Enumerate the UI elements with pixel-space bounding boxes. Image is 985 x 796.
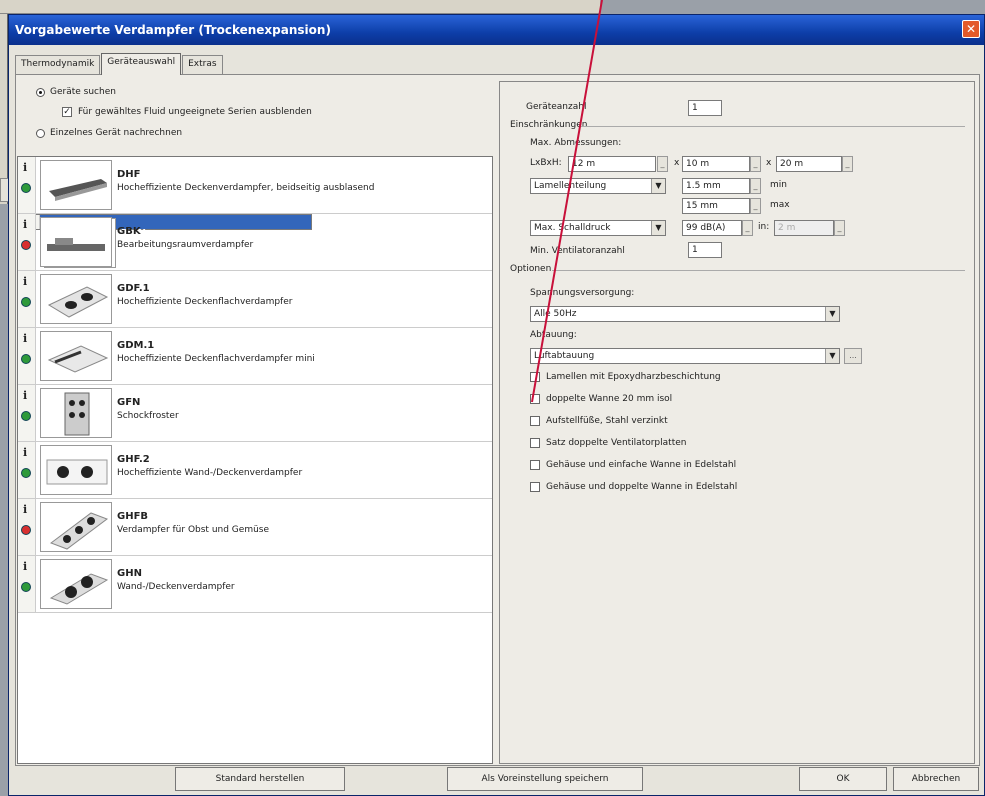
dialog-title: Vorgabewerte Verdampfer (Trockenexpansio… [15,23,331,37]
ghfb-image [40,502,112,552]
status-ok-icon [21,297,31,307]
cancel-button[interactable]: Abbrechen [893,767,979,791]
ventilator-label: Min. Ventilatoranzahl [530,246,625,256]
info-icon[interactable]: i [23,218,27,231]
status-ok-icon [21,582,31,592]
list-item-gdf1[interactable]: i GDF.1 Hocheffiziente Deckenflachverdamp… [18,271,492,328]
radio-geraete-suchen[interactable]: Geräte suchen [36,87,116,97]
options-panel: Geräteanzahl 1 Einschränkungen Max. Abme… [499,81,975,764]
ventilator-input[interactable]: 1 [688,242,722,258]
list-item-ghfb[interactable]: i GHFB Verdampfer für Obst und Gemüse [18,499,492,556]
checkbox-ungeeignete-ausblenden[interactable]: ✓ Für gewähltes Fluid ungeeignete Serien … [62,107,312,117]
tab-thermodynamik[interactable]: Thermodynamik [15,55,101,74]
length-input[interactable]: 12 m [568,156,656,172]
status-ok-icon [21,183,31,193]
chevron-down-icon[interactable]: ▼ [651,221,665,235]
background-window-edge [0,14,8,204]
option-epoxyd[interactable]: Lamellen mit Epoxydharzbeschichtung [530,372,721,382]
schall-spin[interactable]: _ [742,220,753,236]
optionen-heading: Optionen [510,264,552,274]
info-icon[interactable]: i [23,446,27,459]
background-window [0,0,600,14]
lam-min-spin[interactable]: _ [750,178,761,194]
status-error-icon [21,240,31,250]
chevron-down-icon[interactable]: ▼ [825,307,839,321]
width-spin[interactable]: _ [750,156,761,172]
spannung-select[interactable]: Alle 50Hz ▼ [530,306,840,322]
geraeteanzahl-label: Geräteanzahl [526,102,587,112]
schall-input[interactable]: 99 dB(A) [682,220,742,236]
info-icon[interactable]: i [23,503,27,516]
option-doppelte-wanne[interactable]: doppelte Wanne 20 mm isol [530,394,672,404]
max-abmessungen-label: Max. Abmessungen: [530,138,622,148]
ok-button[interactable]: OK [799,767,887,791]
height-input[interactable]: 20 m [776,156,842,172]
abtauung-select[interactable]: Luftabtauung ▼ [530,348,840,364]
info-icon[interactable]: i [23,161,27,174]
lam-max-spin[interactable]: _ [750,198,761,214]
info-icon[interactable]: i [23,560,27,573]
schall-select[interactable]: Max. Schalldruck ▼ [530,220,666,236]
abtauung-label: Abtauung: [530,330,577,340]
status-error-icon [21,525,31,535]
status-ok-icon [21,468,31,478]
gbk-image [40,217,112,267]
distance-input: 2 m [774,220,834,236]
radio-dot[interactable] [36,87,45,97]
divider [552,270,965,271]
tab-content: Geräte suchen ✓ Für gewähltes Fluid ungee… [15,74,980,766]
status-ok-icon [21,354,31,364]
radio-dot[interactable] [36,128,45,138]
chevron-down-icon[interactable]: ▼ [825,349,839,363]
lamellen-max-input[interactable]: 15 mm [682,198,750,214]
abtauung-more-button[interactable]: ... [844,348,862,364]
lamellen-min-input[interactable]: 1.5 mm [682,178,750,194]
spannung-label: Spannungsversorgung: [530,288,635,298]
device-list[interactable]: i DHF Hocheffiziente Deckenverdampfer, be… [17,156,493,764]
info-icon[interactable]: i [23,275,27,288]
option-edelstahl-doppelt[interactable]: Gehäuse und doppelte Wanne in Edelstahl [530,482,737,492]
info-icon[interactable]: i [23,389,27,402]
list-item-gdm1[interactable]: i GDM.1 Hocheffiziente Deckenflachverdamp… [18,328,492,385]
gdf1-image [40,274,112,324]
list-item-gbk[interactable]: i GBK Bearbeitungsraumverdampfer [18,214,492,271]
list-item-ghf2[interactable]: i GHF.2 Hocheffiziente Wand-/Deckenverdam… [18,442,492,499]
checkbox-box[interactable]: ✓ [62,107,72,117]
einschraenkungen-heading: Einschränkungen [510,120,588,130]
info-icon[interactable]: i [23,332,27,345]
height-spin[interactable]: _ [842,156,853,172]
radio-einzelnes-geraet[interactable]: Einzelnes Gerät nachrechnen [36,128,182,138]
tab-strip: Thermodynamik Geräteauswahl Extras [15,53,224,75]
list-item-dhf[interactable]: i DHF Hocheffiziente Deckenverdampfer, be… [18,157,492,214]
gdm1-image [40,331,112,381]
standard-button[interactable]: Standard herstellen [175,767,345,791]
ghf2-image [40,445,112,495]
lxbxh-label: LxBxH: [530,158,562,168]
geraeteanzahl-input[interactable]: 1 [688,100,722,116]
tab-geraeteauswahl[interactable]: Geräteauswahl [101,53,182,75]
status-ok-icon [21,411,31,421]
ghn-image [40,559,112,609]
close-button[interactable]: ✕ [962,20,980,38]
option-aufstellfuesse[interactable]: Aufstellfüße, Stahl verzinkt [530,416,668,426]
save-default-button[interactable]: Als Voreinstellung speichern [447,767,643,791]
width-input[interactable]: 10 m [682,156,750,172]
lamellen-select[interactable]: Lamellenteilung ▼ [530,178,666,194]
option-ventilatorplatten[interactable]: Satz doppelte Ventilatorplatten [530,438,686,448]
dhf-image [40,160,112,210]
divider [580,126,965,127]
evaporator-dialog: Vorgabewerte Verdampfer (Trockenexpansio… [8,14,985,796]
title-bar: Vorgabewerte Verdampfer (Trockenexpansio… [9,15,984,45]
gfn-image [40,388,112,438]
distance-spin: _ [834,220,845,236]
option-edelstahl-einfach[interactable]: Gehäuse und einfache Wanne in Edelstahl [530,460,736,470]
list-item-ghn[interactable]: i GHN Wand-/Deckenverdampfer [18,556,492,613]
chevron-down-icon[interactable]: ▼ [651,179,665,193]
length-spin[interactable]: _ [657,156,668,172]
tab-extras[interactable]: Extras [182,55,223,74]
list-item-gfn[interactable]: i GFN Schockfroster [18,385,492,442]
